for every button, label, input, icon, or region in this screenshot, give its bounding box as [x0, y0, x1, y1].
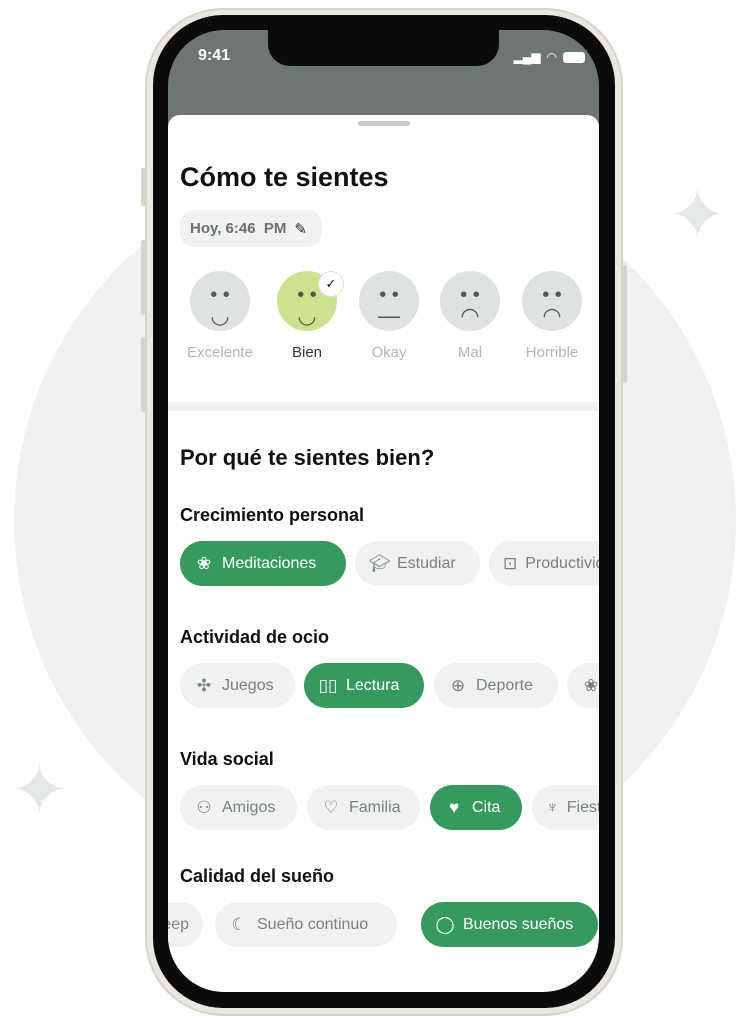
- frown-icon: • • ◠: [460, 284, 480, 328]
- mood-label: Okay: [371, 344, 407, 361]
- check-icon: ✓: [318, 271, 344, 297]
- chip-deep-sleep[interactable]: Deep sleep: [168, 902, 203, 947]
- wifi-icon: ◠: [546, 50, 557, 64]
- page-title: Cómo te sientes: [180, 162, 389, 192]
- section-title: Crecimiento personal: [180, 505, 365, 525]
- mood-label: Mal: [457, 344, 483, 361]
- chip-label: Fiesta: [566, 798, 599, 816]
- chip-label: Buenos sueños: [463, 915, 574, 933]
- mute-switch: [141, 168, 146, 206]
- mood-excelente[interactable]: • • ◡: [190, 271, 250, 331]
- section-title: Actividad de ocio: [180, 627, 330, 647]
- sparkle-icon: ✦: [10, 751, 69, 829]
- chip-lotus-icon[interactable]: ❀: [567, 663, 599, 708]
- chip-sueño-continuo[interactable]: ☾ Sueño continuo: [215, 902, 397, 947]
- chip-label: Deporte: [476, 676, 533, 694]
- chip-amigos[interactable]: ⚇ Amigos: [180, 785, 297, 830]
- signal-icon: ▂▄▆: [513, 50, 541, 64]
- chip-buenos-sueños[interactable]: ◯ Buenos sueños: [421, 902, 598, 947]
- people-icon: ⚇: [196, 797, 212, 817]
- chip-cita[interactable]: ♥ Cita: [430, 785, 522, 830]
- mood-sheet: Cómo te sientes Hoy, 6:46 PM ✎ • • ◡ Excel…: [168, 115, 599, 992]
- basketball-icon: ⊕: [450, 675, 466, 695]
- status-time: 9:41: [198, 47, 231, 64]
- lotus-icon: ❀: [196, 553, 212, 573]
- chip-fiesta[interactable]: ♆ Fiesta: [532, 785, 599, 830]
- section-title: Vida social: [180, 749, 274, 769]
- sparkle-icon: ✦: [668, 176, 727, 254]
- frown-icon: • • ◠: [542, 284, 562, 328]
- heart-icon: ♡: [323, 797, 339, 817]
- chip-label: Meditaciones: [222, 554, 317, 572]
- chip-label: Estudiar: [397, 554, 456, 572]
- volume-up-button: [141, 240, 146, 315]
- chip-familia[interactable]: ♡ Familia: [307, 785, 420, 830]
- battery-icon: [563, 51, 585, 63]
- chip-productividad[interactable]: ⊡ Productividad: [489, 541, 599, 586]
- chip-estudiar[interactable]: 🎓︎ Estudiar: [355, 541, 480, 586]
- wine-glass-icon: ♆: [546, 797, 559, 817]
- date-time-button[interactable]: Hoy, 6:46 PM ✎: [180, 210, 322, 247]
- chip-label: Familia: [349, 798, 401, 816]
- screen: 9:41 ▂▄▆ ◠ Cómo te sientes Hoy, 6:46 PM …: [168, 30, 599, 992]
- volume-down-button: [141, 337, 146, 412]
- chip-label: Lectura: [346, 676, 400, 694]
- lotus-icon: ❀: [583, 675, 599, 695]
- chip-deporte[interactable]: ⊕ Deporte: [434, 663, 558, 708]
- question-heading: Por qué te sientes bien?: [180, 445, 435, 470]
- chip-label: Cita: [472, 798, 501, 816]
- chip-label: Juegos: [222, 676, 274, 694]
- mood-mal[interactable]: • • ◠: [440, 271, 500, 331]
- puzzle-icon: ✣: [196, 675, 212, 695]
- balloon-icon: ◯: [435, 914, 455, 934]
- power-button: [622, 265, 627, 383]
- chip-meditaciones[interactable]: ❀ Meditaciones: [180, 541, 346, 586]
- pencil-icon: ✎: [294, 220, 307, 238]
- chip-label: Productividad: [525, 554, 599, 572]
- sparkle-heart-icon: ♥: [448, 797, 460, 817]
- chip-label: Amigos: [222, 798, 276, 816]
- section-title: Calidad del sueño: [180, 866, 335, 886]
- mood-label: Horrible: [525, 344, 579, 361]
- status-icons: ▂▄▆ ◠: [514, 50, 585, 64]
- mood-label: Excelente: [187, 344, 253, 361]
- section-divider: [168, 402, 599, 411]
- mood-horrible[interactable]: • • ◠: [522, 271, 582, 331]
- moon-icon: ☾: [231, 914, 247, 934]
- chip-label: Deep sleep: [168, 915, 189, 933]
- neutral-face-icon: • • —: [378, 284, 400, 328]
- sheet-grabber[interactable]: [358, 121, 410, 126]
- chip-lectura[interactable]: ▯▯ Lectura: [304, 663, 424, 708]
- notch: [268, 30, 499, 66]
- mood-okay[interactable]: • • —: [359, 271, 419, 331]
- book-icon: ▯▯: [318, 675, 338, 695]
- graduation-cap-icon: 🎓︎: [369, 553, 391, 573]
- date-label: Hoy, 6:46 PM: [190, 220, 287, 237]
- chip-label: Sueño continuo: [257, 915, 369, 933]
- smile-icon: • • ◡: [210, 284, 230, 328]
- briefcase-icon: ⊡: [503, 553, 518, 573]
- chip-juegos[interactable]: ✣ Juegos: [180, 663, 295, 708]
- mood-label: Bien: [291, 344, 323, 361]
